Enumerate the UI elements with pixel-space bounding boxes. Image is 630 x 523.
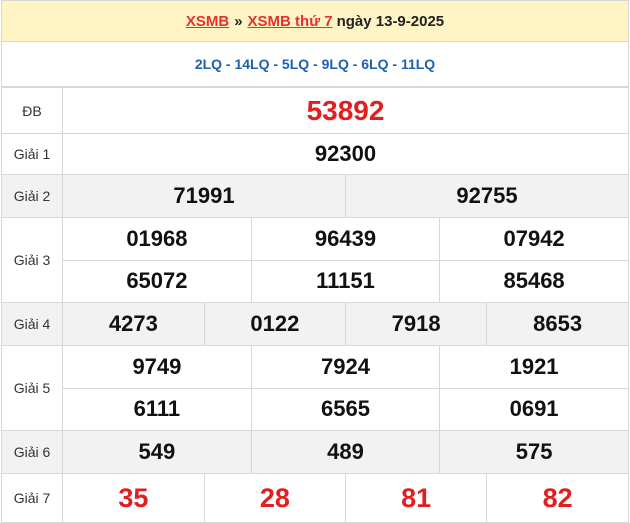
prize-label-g6: Giải 6 — [2, 430, 63, 474]
prize-label-db: ĐB — [2, 87, 63, 134]
prize5-number: 7924 — [250, 346, 440, 388]
prize6-number: 575 — [439, 431, 628, 473]
prize5-number: 1921 — [439, 346, 628, 388]
prize4-number: 7918 — [344, 303, 487, 345]
prize4-number: 0122 — [203, 303, 346, 345]
prize7-number: 28 — [203, 474, 346, 522]
prize7-number: 81 — [344, 474, 487, 522]
prize-label-g7: Giải 7 — [2, 473, 63, 522]
prize3-number: 96439 — [250, 218, 440, 260]
prize5-number: 6111 — [63, 387, 252, 430]
result-header: XSMB » XSMB thứ 7 ngày 13-9-2025 — [2, 1, 628, 42]
draw-date: ngày 13-9-2025 — [336, 12, 445, 30]
prize3-number: 01968 — [126, 225, 188, 251]
prize3-number: 07942 — [439, 218, 628, 260]
prize-label-g4: Giải 4 — [2, 302, 63, 346]
prize7-number: 35 — [118, 482, 149, 513]
prize2-number: 71991 — [63, 175, 346, 217]
xsmb-saturday-link[interactable]: XSMB thứ 7 — [248, 13, 333, 30]
results-table: ĐB 53892 Giải 1 92300 Giải 2 71991 92755… — [2, 87, 628, 522]
lq-code-line: 2LQ - 14LQ - 5LQ - 9LQ - 6LQ - 11LQ — [2, 42, 628, 87]
prize5-number: 9749 — [132, 353, 182, 379]
special-prize-number: 53892 — [62, 87, 628, 134]
prize4-number: 8653 — [486, 303, 628, 345]
prize4-number: 4273 — [63, 303, 205, 345]
prize5-number: 6565 — [250, 387, 440, 430]
prize-label-g3: Giải 3 — [2, 217, 63, 303]
xsmb-link[interactable]: XSMB — [186, 13, 229, 30]
prize2-number: 92755 — [345, 175, 628, 217]
prize3-number: 85468 — [439, 259, 628, 302]
prize3-number: 65072 — [63, 259, 252, 302]
prize6-number: 489 — [250, 431, 440, 473]
prize-label-g2: Giải 2 — [2, 174, 63, 218]
breadcrumb-separator: » — [234, 12, 243, 30]
prize7-number: 82 — [486, 474, 628, 522]
lottery-result-panel: XSMB » XSMB thứ 7 ngày 13-9-2025 2LQ - 1… — [1, 0, 629, 523]
prize6-number: 549 — [63, 431, 252, 473]
prize-label-g5: Giải 5 — [2, 345, 63, 431]
prize5-number: 0691 — [439, 387, 628, 430]
prize-label-g1: Giải 1 — [2, 133, 63, 175]
prize3-number: 11151 — [250, 259, 440, 302]
prize1-number: 92300 — [62, 133, 628, 175]
